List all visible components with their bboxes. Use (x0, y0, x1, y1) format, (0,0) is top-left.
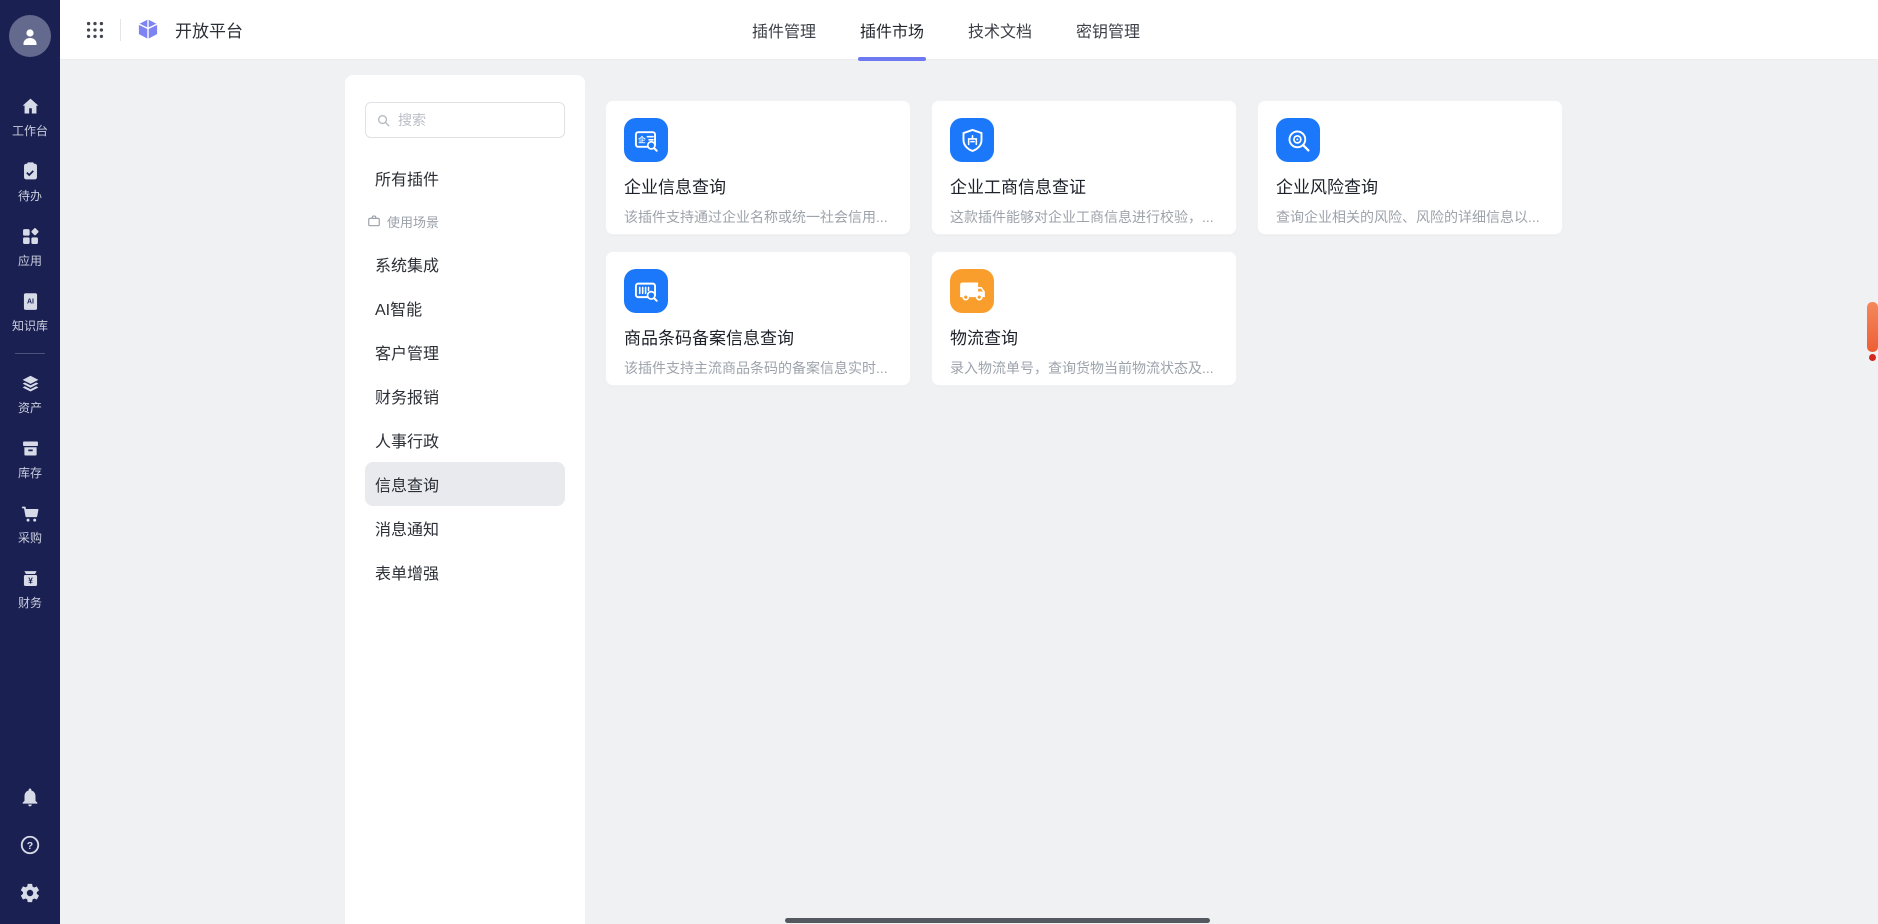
rail-item-todo[interactable]: 待办 (0, 150, 60, 215)
category-customer-management[interactable]: 客户管理 (365, 330, 565, 374)
enterprise-info-icon: 企 (624, 118, 668, 162)
main-column: 开放平台 插件管理 插件市场 技术文档 密钥管理 所有插件 (60, 0, 1878, 924)
plugin-card-logistics[interactable]: 物流查询 录入物流单号，查询货物当前物流状态及... (931, 251, 1237, 386)
plugin-description: 该插件支持主流商品条码的备案信息实时... (624, 358, 892, 378)
knowledge-ai-icon: AI (20, 291, 41, 312)
logistics-truck-icon (950, 269, 994, 313)
rail-label: 工作台 (12, 122, 48, 139)
rail-bottom: ? (19, 786, 41, 924)
category-section-header: 使用场景 (365, 200, 565, 242)
rail-label: 资产 (18, 399, 42, 416)
plugin-title: 企业风险查询 (1276, 173, 1544, 198)
plugin-title: 企业工商信息查证 (950, 173, 1218, 198)
scroll-marker-dot (1869, 354, 1876, 361)
finance-icon: ¥ (20, 568, 41, 589)
svg-text:AI: AI (27, 299, 34, 306)
category-system-integration[interactable]: 系统集成 (365, 242, 565, 286)
plugin-card-business-verify[interactable]: 企业工商信息查证 这款插件能够对企业工商信息进行校验，... (931, 100, 1237, 235)
plugin-description: 这款插件能够对企业工商信息进行校验，... (950, 207, 1218, 227)
plugin-description: 录入物流单号，查询货物当前物流状态及... (950, 358, 1218, 378)
plugin-card-barcode-search[interactable]: 商品条码备案信息查询 该插件支持主流商品条码的备案信息实时... (605, 251, 911, 386)
category-all-plugins[interactable]: 所有插件 (365, 156, 565, 200)
page-title: 开放平台 (175, 17, 243, 42)
enterprise-risk-icon (1276, 118, 1320, 162)
category-panel: 所有插件 使用场景 系统集成 AI智能 客户管理 财务报销 人事行政 信息查询 … (345, 75, 585, 924)
tab-plugin-market[interactable]: 插件市场 (858, 0, 926, 59)
user-avatar[interactable] (9, 15, 51, 57)
left-rail: 工作台 待办 应用 AI 知识库 (0, 0, 60, 924)
header-tabs: 插件管理 插件市场 技术文档 密钥管理 (750, 0, 1142, 59)
brand-area: 开放平台 (84, 17, 243, 43)
archive-box-icon (20, 438, 41, 459)
help-icon[interactable]: ? (19, 834, 41, 856)
todo-icon (20, 161, 41, 182)
rail-item-assets[interactable]: 资产 (0, 362, 60, 427)
plugin-card-grid: 企 企业信息查询 该插件支持通过企业名称或统一社会信用... (605, 100, 1563, 386)
search-input[interactable] (398, 112, 554, 128)
layers-icon (20, 373, 41, 394)
app-root: 工作台 待办 应用 AI 知识库 (0, 0, 1878, 924)
content-area: 所有插件 使用场景 系统集成 AI智能 客户管理 财务报销 人事行政 信息查询 … (60, 60, 1878, 924)
rail-divider (15, 353, 45, 354)
person-icon (18, 24, 42, 48)
rail-nav: 工作台 待办 应用 AI 知识库 (0, 85, 60, 622)
horizontal-scrollbar-thumb[interactable] (785, 918, 1210, 923)
rail-label: 知识库 (12, 317, 48, 334)
rail-item-apps[interactable]: 应用 (0, 215, 60, 280)
cart-icon (20, 503, 41, 524)
vertical-scrollbar-thumb[interactable] (1867, 302, 1878, 352)
top-header: 开放平台 插件管理 插件市场 技术文档 密钥管理 (60, 0, 1878, 60)
tab-tech-docs[interactable]: 技术文档 (966, 0, 1034, 59)
apps-icon (20, 226, 41, 247)
platform-logo-icon (135, 17, 161, 43)
svg-text:?: ? (27, 840, 33, 852)
bell-icon[interactable] (19, 786, 41, 808)
plugin-description: 查询企业相关的风险、风险的详细信息以... (1276, 207, 1544, 227)
plugin-title: 商品条码备案信息查询 (624, 324, 892, 349)
category-form-enhancement[interactable]: 表单增强 (365, 550, 565, 594)
rail-item-inventory[interactable]: 库存 (0, 427, 60, 492)
rail-item-finance[interactable]: ¥ 财务 (0, 557, 60, 622)
rail-label: 采购 (18, 529, 42, 546)
tab-plugin-management[interactable]: 插件管理 (750, 0, 818, 59)
rail-item-knowledge[interactable]: AI 知识库 (0, 280, 60, 345)
plugin-card-enterprise-info[interactable]: 企 企业信息查询 该插件支持通过企业名称或统一社会信用... (605, 100, 911, 235)
rail-item-procurement[interactable]: 采购 (0, 492, 60, 557)
business-verify-icon (950, 118, 994, 162)
barcode-search-icon (624, 269, 668, 313)
rail-item-workbench[interactable]: 工作台 (0, 85, 60, 150)
svg-text:企: 企 (637, 134, 646, 144)
rail-label: 待办 (18, 187, 42, 204)
plugin-title: 物流查询 (950, 324, 1218, 349)
svg-text:¥: ¥ (28, 575, 33, 585)
category-ai[interactable]: AI智能 (365, 286, 565, 330)
briefcase-icon (367, 214, 381, 228)
category-section-label: 使用场景 (387, 212, 439, 231)
rail-label: 财务 (18, 594, 42, 611)
search-icon (376, 113, 391, 128)
plugin-title: 企业信息查询 (624, 173, 892, 198)
gear-icon[interactable] (19, 882, 41, 904)
search-box (365, 102, 565, 138)
plugin-card-enterprise-risk[interactable]: 企业风险查询 查询企业相关的风险、风险的详细信息以... (1257, 100, 1563, 235)
plugin-description: 该插件支持通过企业名称或统一社会信用... (624, 207, 892, 227)
rail-label: 库存 (18, 464, 42, 481)
category-message-notification[interactable]: 消息通知 (365, 506, 565, 550)
rail-label: 应用 (18, 252, 42, 269)
category-hr-admin[interactable]: 人事行政 (365, 418, 565, 462)
category-info-query[interactable]: 信息查询 (365, 462, 565, 506)
brand-separator (120, 19, 121, 41)
app-launcher-icon[interactable] (84, 19, 106, 41)
category-finance-reimbursement[interactable]: 财务报销 (365, 374, 565, 418)
home-icon (20, 96, 41, 117)
tab-key-management[interactable]: 密钥管理 (1074, 0, 1142, 59)
